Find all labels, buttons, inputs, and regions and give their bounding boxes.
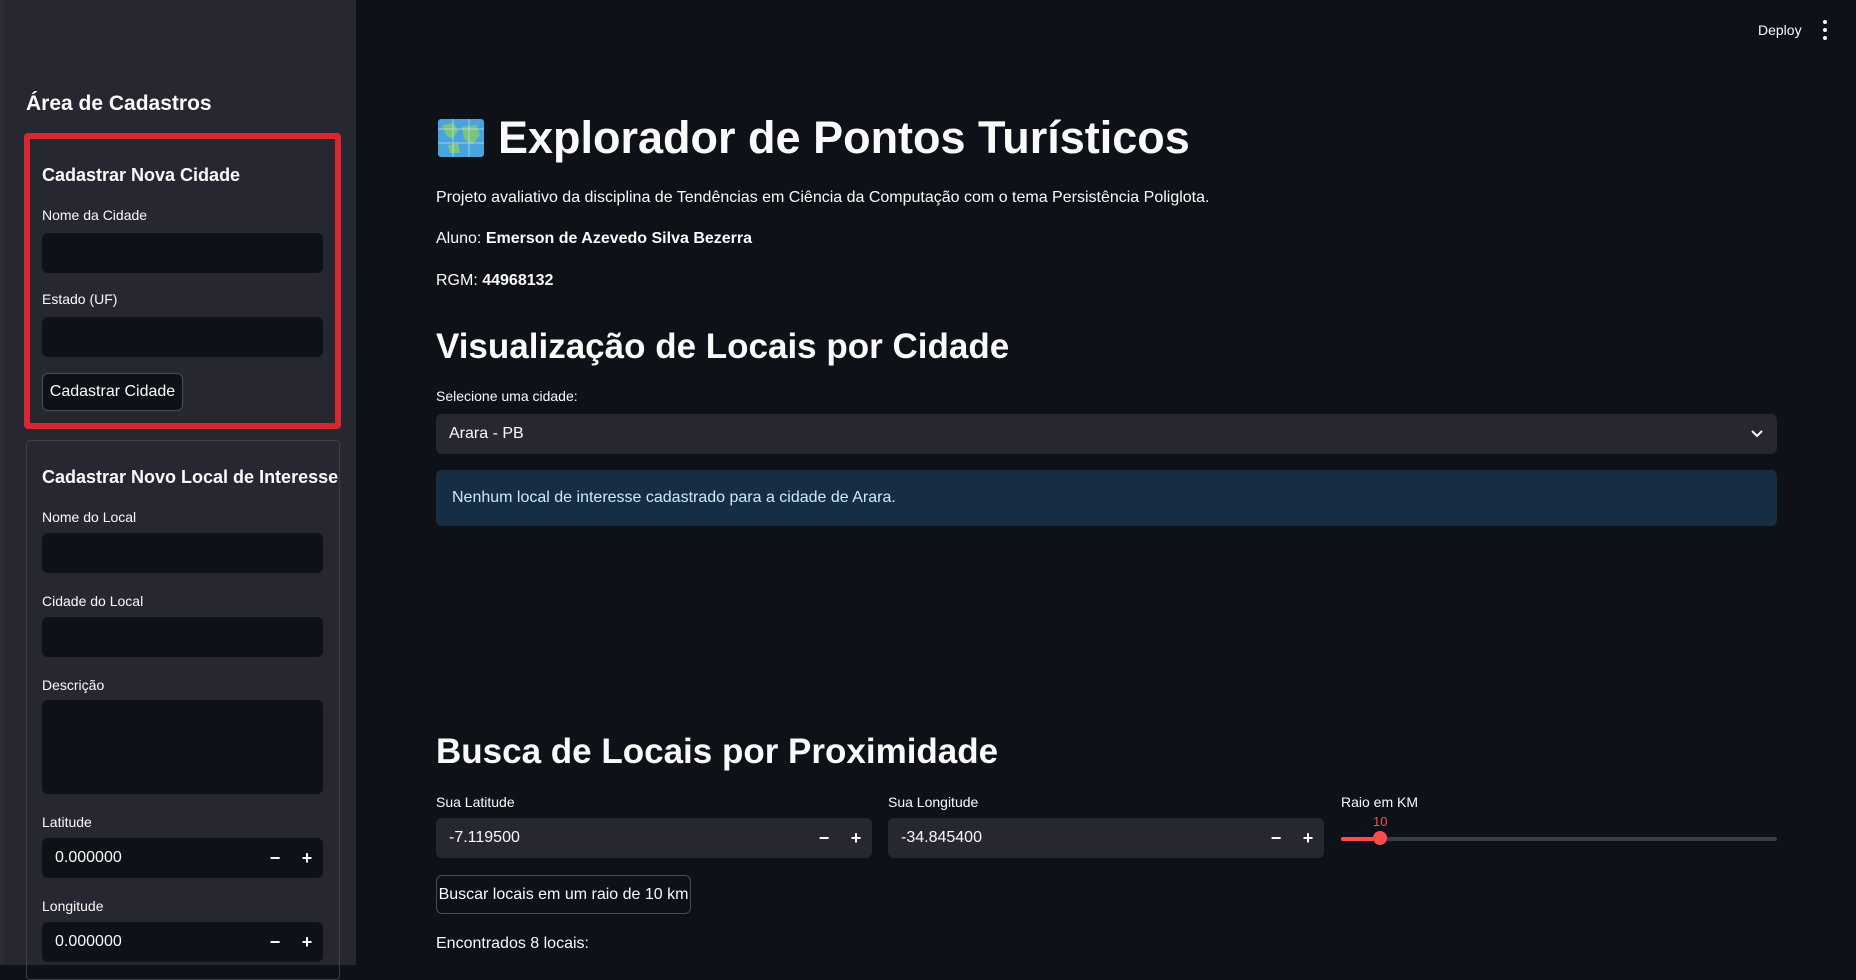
radius-slider-value: 10 [1373,814,1388,829]
student-line: Aluno: Emerson de Azevedo Silva Bezerra [436,230,752,248]
user-longitude-increment-button[interactable]: + [1292,828,1324,849]
rgm-value: 44968132 [482,272,554,289]
longitude-value[interactable]: 0.000000 [42,933,259,951]
sidebar: Área de Cadastros Cadastrar Nova Cidade … [0,0,356,980]
project-description: Projeto avaliativo da disciplina de Tend… [436,189,1210,206]
user-longitude-input: -34.845400 − + [888,818,1324,858]
page-title-text: Explorador de Pontos Turísticos [498,112,1190,163]
city-name-label: Nome da Cidade [42,207,148,223]
user-longitude-value[interactable]: -34.845400 [888,829,1260,847]
info-alert-text: Nenhum local de interesse cadastrado par… [452,489,896,506]
city-form: Cadastrar Nova Cidade Nome da Cidade Est… [24,133,341,429]
local-name-input[interactable] [42,533,323,573]
city-select-value: Arara - PB [449,425,524,442]
page-title: Explorador de Pontos Turísticos [436,112,1190,164]
info-alert: Nenhum local de interesse cadastrado par… [436,470,1777,526]
user-latitude-decrement-button[interactable]: − [808,828,840,849]
radius-slider-thumb[interactable] [1373,831,1388,845]
user-latitude-increment-button[interactable]: + [840,828,872,849]
world-map-icon [438,119,484,157]
search-radius-button[interactable]: Buscar locais em um raio de 10 km [436,875,691,914]
proximity-section-heading: Busca de Locais por Proximidade [436,732,999,771]
latitude-increment-button[interactable]: + [291,848,323,869]
chevron-down-icon [1751,430,1763,438]
city-select-label: Selecione uma cidade: [436,388,578,404]
city-select[interactable]: Arara - PB [436,414,1777,454]
local-form: Cadastrar Novo Local de Interesse Nome d… [26,440,340,980]
local-city-label: Cidade do Local [42,593,144,609]
city-name-input[interactable] [42,233,323,273]
student-name: Emerson de Azevedo Silva Bezerra [485,230,753,247]
rgm-label: RGM: [436,272,478,289]
longitude-label: Longitude [42,898,104,914]
user-latitude-value[interactable]: -7.119500 [436,829,808,847]
local-city-input[interactable] [42,617,323,657]
user-longitude-label: Sua Longitude [888,794,979,810]
latitude-number-input: 0.000000 − + [42,838,323,878]
kebab-menu-icon[interactable] [1820,20,1830,40]
results-count: Encontrados 8 locais: [436,935,589,952]
user-latitude-label: Sua Latitude [436,794,515,810]
city-section-heading: Visualização de Locais por Cidade [436,327,1010,366]
latitude-value[interactable]: 0.000000 [42,849,259,867]
deploy-button[interactable]: Deploy [1758,22,1802,38]
local-name-label: Nome do Local [42,509,137,525]
latitude-decrement-button[interactable]: − [259,848,291,869]
user-longitude-decrement-button[interactable]: − [1260,828,1292,849]
longitude-number-input: 0.000000 − + [42,922,323,962]
longitude-decrement-button[interactable]: − [259,932,291,953]
rgm-line: RGM: 44968132 [436,272,553,290]
student-label: Aluno: [436,230,482,247]
city-form-heading: Cadastrar Nova Cidade [42,165,241,185]
radius-label: Raio em KM [1341,794,1419,810]
user-latitude-input: -7.119500 − + [436,818,872,858]
description-label: Descrição [42,677,105,693]
radius-slider[interactable] [1341,831,1777,845]
state-label: Estado (UF) [42,291,118,307]
longitude-increment-button[interactable]: + [291,932,323,953]
local-form-heading: Cadastrar Novo Local de Interesse [42,467,339,487]
latitude-label: Latitude [42,814,92,830]
register-city-button[interactable]: Cadastrar Cidade [42,373,183,411]
description-textarea[interactable] [42,700,323,794]
state-input[interactable] [42,317,323,357]
sidebar-title: Área de Cadastros [26,92,212,115]
